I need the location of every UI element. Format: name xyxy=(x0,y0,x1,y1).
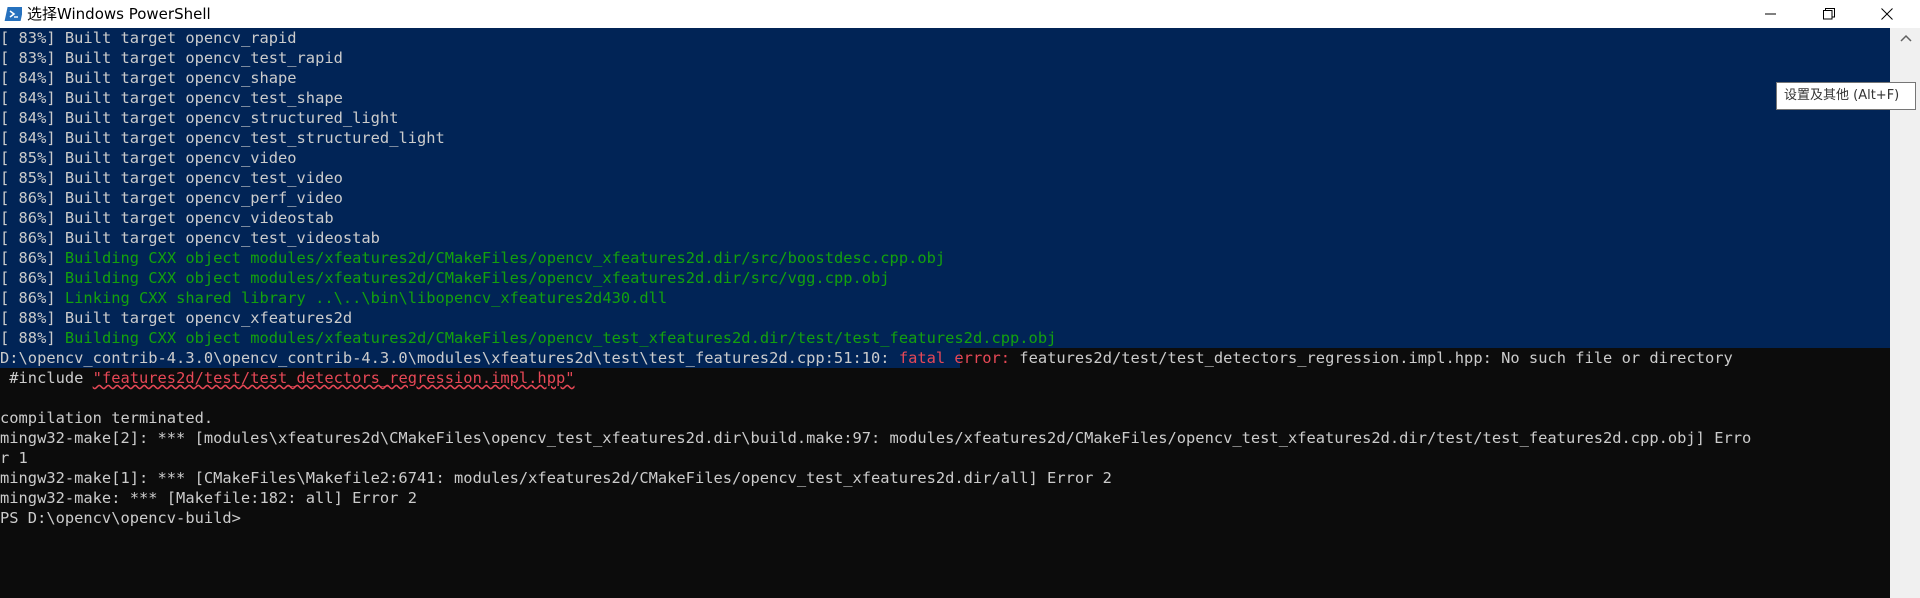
build-percent: [ 85%] xyxy=(0,149,56,167)
build-percent: [ 86%] xyxy=(0,289,56,307)
build-line: [ 86%] Built target opencv_perf_video xyxy=(0,188,1890,208)
build-line: [ 85%] Built target opencv_video xyxy=(0,148,1890,168)
include-line: #include "features2d/test/test_detectors… xyxy=(0,368,1890,388)
build-percent: [ 88%] xyxy=(0,329,56,347)
scroll-up-icon[interactable] xyxy=(1900,34,1912,42)
powershell-icon xyxy=(4,5,24,23)
output-line: compilation terminated. xyxy=(0,409,214,427)
window-title: 选择Windows PowerShell xyxy=(27,5,211,23)
build-percent: [ 83%] xyxy=(0,49,56,67)
build-message: Built target opencv_test_video xyxy=(64,169,343,187)
build-message: Built target opencv_perf_video xyxy=(64,189,343,207)
build-message: Building CXX object modules/xfeatures2d/… xyxy=(64,269,890,287)
build-line: [ 86%] Building CXX object modules/xfeat… xyxy=(0,248,1890,268)
build-message: Built target opencv_shape xyxy=(64,69,297,87)
build-line: [ 84%] Built target opencv_structured_li… xyxy=(0,108,1890,128)
tail-log: compilation terminated. mingw32-make[2]: … xyxy=(0,388,1890,528)
build-percent: [ 86%] xyxy=(0,209,56,227)
build-percent: [ 84%] xyxy=(0,129,56,147)
build-percent: [ 88%] xyxy=(0,309,56,327)
build-line: [ 86%] Built target opencv_test_videosta… xyxy=(0,228,1890,248)
build-line: [ 88%] Building CXX object modules/xfeat… xyxy=(0,328,1890,348)
build-percent: [ 86%] xyxy=(0,269,56,287)
error-label: fatal error: xyxy=(898,349,1011,367)
output-line: mingw32-make: *** [Makefile:182: all] Er… xyxy=(0,489,417,507)
build-line: [ 83%] Built target opencv_rapid xyxy=(0,28,1890,48)
build-message: Built target opencv_xfeatures2d xyxy=(64,309,353,327)
build-percent: [ 86%] xyxy=(0,229,56,247)
build-line: [ 84%] Built target opencv_test_structur… xyxy=(0,128,1890,148)
build-message: Built target opencv_test_structured_ligh… xyxy=(64,129,445,147)
build-percent: [ 86%] xyxy=(0,189,56,207)
build-message: Built target opencv_structured_light xyxy=(64,109,399,127)
close-button[interactable] xyxy=(1858,0,1916,28)
build-percent: [ 84%] xyxy=(0,69,56,87)
minimize-button[interactable] xyxy=(1742,0,1800,28)
build-message: Built target opencv_videostab xyxy=(64,209,334,227)
build-line: [ 83%] Built target opencv_test_rapid xyxy=(0,48,1890,68)
build-message: Building CXX object modules/xfeatures2d/… xyxy=(64,249,946,267)
build-percent: [ 84%] xyxy=(0,109,56,127)
build-message: Linking CXX shared library ..\..\bin\lib… xyxy=(64,289,668,307)
terminal-output[interactable]: [ 83%] Built target opencv_rapid[ 83%] B… xyxy=(0,28,1890,598)
output-line: mingw32-make[1]: *** [CMakeFiles\Makefil… xyxy=(0,469,1112,487)
scrollbar[interactable] xyxy=(1890,28,1920,598)
build-line: [ 84%] Built target opencv_test_shape xyxy=(0,88,1890,108)
restore-icon xyxy=(1823,8,1835,20)
error-line: D:\opencv_contrib-4.3.0\opencv_contrib-4… xyxy=(0,348,1890,368)
minimize-icon xyxy=(1765,13,1776,15)
output-line: r 1 xyxy=(0,449,28,467)
restore-button[interactable] xyxy=(1800,0,1858,28)
include-file: "features2d/test/test_detectors_regressi… xyxy=(92,369,575,387)
build-line: [ 86%] Linking CXX shared library ..\..\… xyxy=(0,288,1890,308)
close-icon xyxy=(1881,8,1893,20)
build-line: [ 84%] Built target opencv_shape xyxy=(0,68,1890,88)
include-prefix: #include xyxy=(0,369,93,387)
build-percent: [ 84%] xyxy=(0,89,56,107)
settings-tooltip: 设置及其他 (Alt+F) xyxy=(1776,82,1916,110)
prompt-line: PS D:\opencv\opencv-build> xyxy=(0,509,241,527)
build-message: Building CXX object modules/xfeatures2d/… xyxy=(64,329,1057,347)
error-message: features2d/test/test_detectors_regressio… xyxy=(1019,349,1733,367)
build-percent: [ 86%] xyxy=(0,249,56,267)
build-message: Built target opencv_video xyxy=(64,149,297,167)
build-line: [ 86%] Building CXX object modules/xfeat… xyxy=(0,268,1890,288)
build-line: [ 85%] Built target opencv_test_video xyxy=(0,168,1890,188)
build-percent: [ 85%] xyxy=(0,169,56,187)
build-message: Built target opencv_rapid xyxy=(64,29,297,47)
error-path: D:\opencv_contrib-4.3.0\opencv_contrib-4… xyxy=(0,349,890,367)
build-line: [ 88%] Built target opencv_xfeatures2d xyxy=(0,308,1890,328)
build-message: Built target opencv_test_shape xyxy=(64,89,343,107)
output-line: mingw32-make[2]: *** [modules\xfeatures2… xyxy=(0,429,1752,447)
title-bar[interactable]: 选择Windows PowerShell xyxy=(0,0,1920,28)
build-line: [ 86%] Built target opencv_videostab xyxy=(0,208,1890,228)
build-percent: [ 83%] xyxy=(0,29,56,47)
build-log: [ 83%] Built target opencv_rapid[ 83%] B… xyxy=(0,28,1890,348)
build-message: Built target opencv_test_rapid xyxy=(64,49,343,67)
build-message: Built target opencv_test_videostab xyxy=(64,229,380,247)
